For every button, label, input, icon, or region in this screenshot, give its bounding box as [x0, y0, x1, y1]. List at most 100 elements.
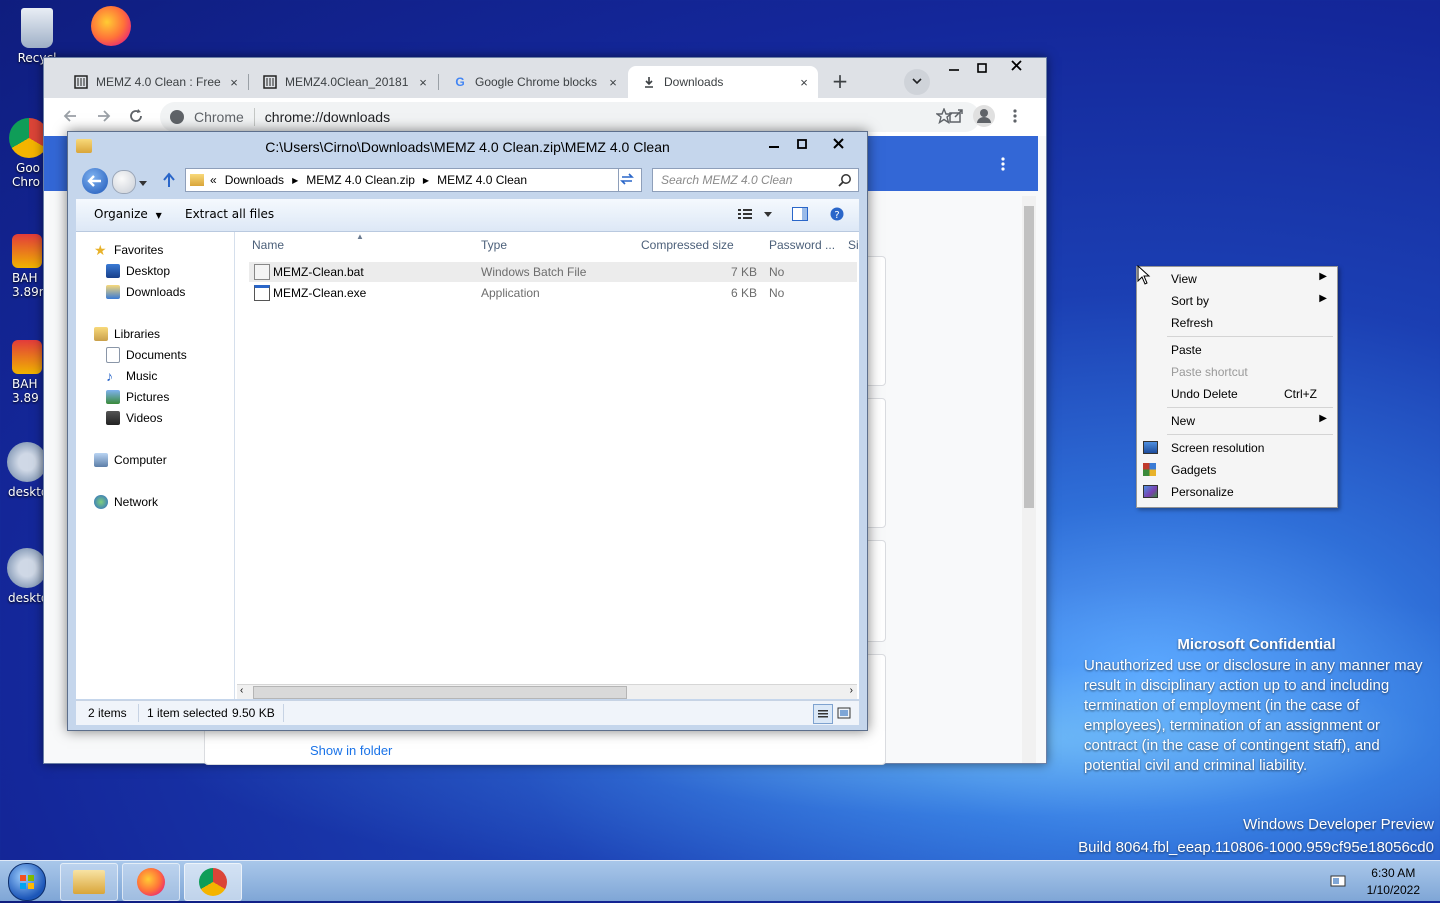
explorer-back-button[interactable]	[82, 168, 108, 194]
nav-label: Videos	[126, 411, 163, 425]
chevron-down-icon	[139, 181, 147, 186]
start-button[interactable]	[8, 863, 46, 901]
help-button[interactable]: ?	[830, 207, 844, 224]
scrollbar-thumb[interactable]	[1024, 206, 1034, 508]
horizontal-scrollbar[interactable]: ‹ ›	[237, 684, 857, 699]
new-tab-button[interactable]: +	[826, 68, 854, 96]
taskbar-chrome-button[interactable]	[184, 863, 242, 901]
gear-icon	[7, 548, 47, 588]
scrollbar-thumb[interactable]	[253, 686, 627, 699]
large-icons-view-button[interactable]	[836, 705, 852, 724]
preview-pane-button[interactable]	[792, 207, 808, 224]
submenu-arrow-icon: ▶	[1319, 293, 1327, 304]
submenu-arrow-icon: ▶	[1319, 413, 1327, 424]
column-header-type[interactable]: Type	[481, 238, 507, 252]
scroll-right-icon[interactable]: ›	[850, 685, 853, 696]
menu-item-gadgets[interactable]: Gadgets	[1137, 459, 1337, 481]
nav-network[interactable]: Network	[94, 492, 158, 512]
breadcrumb-separator-icon[interactable]: ▶	[423, 176, 429, 185]
address-bar[interactable]: « Downloads ▶ MEMZ 4.0 Clean.zip ▶ MEMZ …	[185, 168, 642, 192]
nav-videos[interactable]: Videos	[106, 408, 162, 428]
nav-label: Desktop	[126, 264, 171, 278]
desktop-icon-firefox[interactable]	[76, 6, 146, 49]
breadcrumb-zip[interactable]: MEMZ 4.0 Clean.zip	[306, 173, 415, 187]
explorer-maximize-button[interactable]	[788, 134, 816, 156]
desktop-icon-label: Goo	[16, 161, 40, 175]
system-clock[interactable]: 6:30 AM 1/10/2022	[1367, 865, 1420, 899]
refresh-button[interactable]	[616, 168, 638, 190]
download-icon	[642, 75, 656, 89]
menu-item-personalize[interactable]: Personalize	[1137, 481, 1337, 503]
change-view-button[interactable]	[738, 207, 772, 224]
column-header-password[interactable]: Password ...	[769, 238, 835, 252]
minimize-button[interactable]	[942, 62, 966, 80]
menu-item-label: View	[1171, 272, 1197, 286]
table-row[interactable]: MEMZ-Clean.bat Windows Batch File 7 KB N…	[249, 262, 857, 282]
close-button[interactable]	[1004, 60, 1028, 78]
profile-button[interactable]	[973, 105, 995, 127]
archive-site-icon	[263, 75, 277, 89]
breadcrumb-overflow[interactable]: «	[210, 173, 217, 187]
tab-close-icon[interactable]: ×	[603, 75, 623, 90]
explorer-forward-button[interactable]	[112, 170, 136, 194]
tab-google-chrome-blocks[interactable]: G Google Chrome blocks ×	[439, 66, 627, 98]
nav-downloads[interactable]: Downloads	[106, 282, 185, 302]
reload-button[interactable]	[128, 108, 144, 127]
tab-search-button[interactable]	[904, 69, 930, 95]
breadcrumb-current[interactable]: MEMZ 4.0 Clean	[437, 173, 527, 187]
recent-pages-dropdown[interactable]	[139, 176, 147, 190]
omnibox[interactable]: Chrome chrome://downloads	[160, 102, 980, 132]
search-input[interactable]: Search MEMZ 4.0 Clean	[652, 168, 859, 192]
table-row[interactable]: MEMZ-Clean.exe Application 6 KB No	[249, 283, 857, 303]
chrome-menu-button[interactable]	[1012, 108, 1018, 127]
breadcrumb-separator-icon[interactable]: ▶	[292, 176, 298, 185]
nav-documents[interactable]: Documents	[106, 345, 187, 365]
menu-item-screen-resolution[interactable]: Screen resolution	[1137, 437, 1337, 459]
nav-pictures[interactable]: Pictures	[106, 387, 169, 407]
taskbar-explorer-button[interactable]	[60, 863, 118, 901]
column-header-name[interactable]: Name	[252, 238, 284, 252]
up-one-level-button[interactable]	[162, 172, 176, 191]
extract-all-files-button[interactable]: Extract all files	[185, 207, 274, 221]
menu-item-paste[interactable]: Paste	[1137, 339, 1337, 361]
maximize-button[interactable]	[970, 62, 994, 80]
scroll-left-icon[interactable]: ‹	[240, 685, 243, 696]
tab-close-icon[interactable]: ×	[413, 75, 433, 90]
help-icon: ?	[830, 207, 844, 221]
page-scrollbar[interactable]	[1022, 196, 1036, 763]
nav-label: Downloads	[126, 285, 186, 299]
menu-item-new[interactable]: New ▶	[1137, 410, 1337, 432]
column-header-compressed-size[interactable]: Compressed size	[641, 238, 734, 252]
column-header-size[interactable]: Si	[848, 238, 859, 252]
nav-desktop[interactable]: Desktop	[106, 261, 170, 281]
menu-item-undo-delete[interactable]: Undo Delete Ctrl+Z	[1137, 383, 1337, 405]
back-button[interactable]	[62, 108, 78, 127]
show-in-folder-link[interactable]: Show in folder	[310, 743, 392, 758]
tab-close-icon[interactable]: ×	[794, 75, 814, 90]
explorer-minimize-button[interactable]	[760, 134, 788, 156]
tab-memz-clean-free[interactable]: MEMZ 4.0 Clean : Free ×	[60, 66, 248, 98]
breadcrumb-downloads[interactable]: Downloads	[225, 173, 284, 187]
computer-icon	[94, 453, 108, 467]
tab-close-icon[interactable]: ×	[224, 75, 244, 90]
menu-item-refresh[interactable]: Refresh	[1137, 312, 1337, 334]
nav-libraries[interactable]: Libraries	[94, 324, 160, 344]
menu-item-view[interactable]: View ▶	[1137, 268, 1337, 290]
menu-item-sort-by[interactable]: Sort by ▶	[1137, 290, 1337, 312]
taskbar-firefox-button[interactable]	[122, 863, 180, 901]
explorer-close-button[interactable]	[824, 134, 852, 156]
tab-memz-clean-archive[interactable]: MEMZ4.0Clean_20181 ×	[249, 66, 437, 98]
forward-button[interactable]	[96, 108, 112, 127]
nav-music[interactable]: ♪ Music	[106, 366, 157, 386]
menu-item-label: New	[1171, 414, 1196, 428]
tab-title: Google Chrome blocks	[475, 75, 598, 89]
bookmark-button[interactable]	[934, 107, 954, 127]
navigation-pane: ★ Favorites Desktop Downloads Libraries …	[76, 232, 235, 699]
details-view-button[interactable]	[813, 704, 833, 724]
action-center-icon[interactable]	[1330, 873, 1348, 892]
downloads-menu-button[interactable]	[1000, 156, 1006, 175]
nav-computer[interactable]: Computer	[94, 450, 167, 470]
tab-downloads[interactable]: Downloads ×	[628, 66, 818, 98]
nav-favorites[interactable]: ★ Favorites	[94, 240, 163, 260]
organize-button[interactable]: Organize ▼	[94, 207, 162, 221]
